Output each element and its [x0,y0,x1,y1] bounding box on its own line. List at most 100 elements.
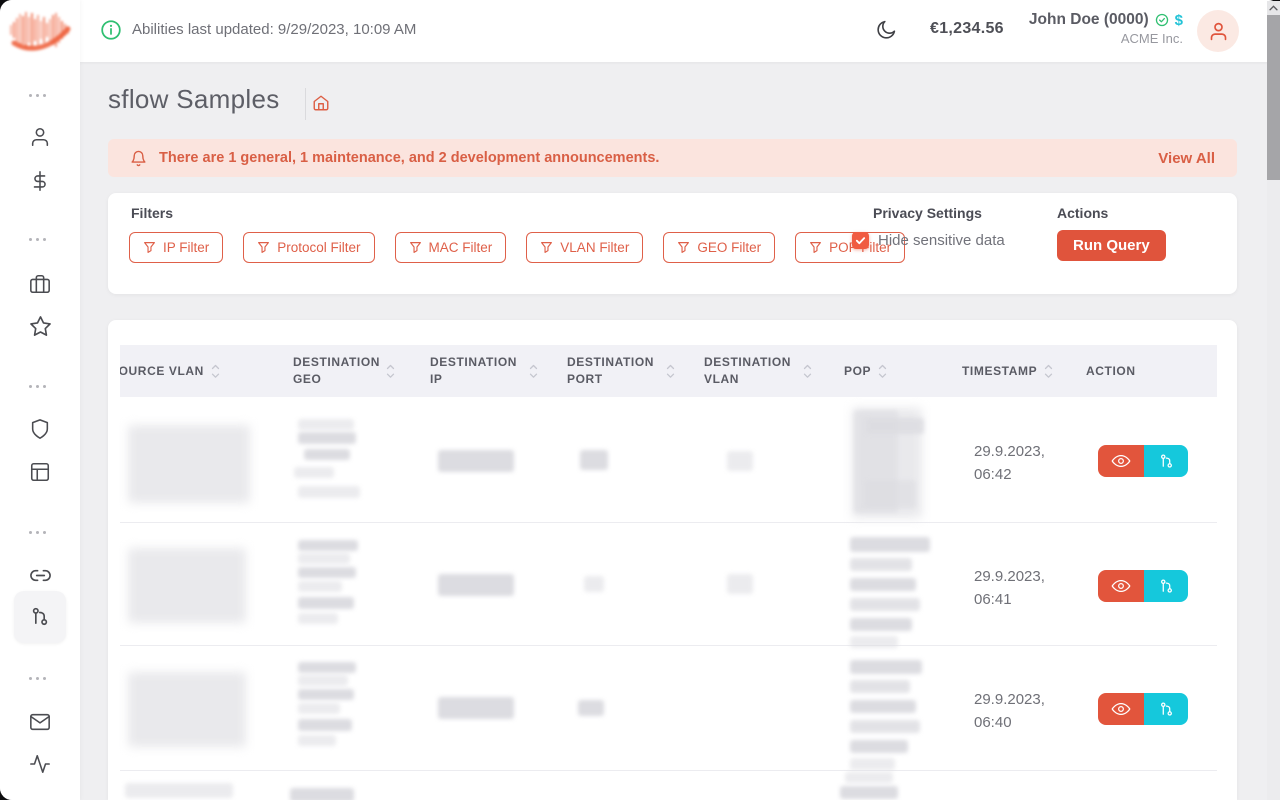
column-header-destination-ip[interactable]: DESTINATION IP [430,345,555,397]
scrollbar-thumb[interactable] [1267,15,1280,180]
column-header-destination-geo[interactable]: DESTINATION GEO [293,345,418,397]
sidebar-item-messages[interactable] [18,700,62,744]
sort-icon[interactable] [211,364,220,379]
column-header-pop[interactable]: POP [844,345,950,397]
briefcase-icon [29,273,51,295]
sort-icon[interactable] [386,364,395,379]
avatar[interactable] [1197,10,1239,52]
redacted-cell [584,576,604,592]
title-divider [305,88,306,120]
redacted-cell [850,558,912,571]
vlan-filter-button[interactable]: VLAN Filter [526,232,643,263]
check-icon [855,235,866,246]
sort-icon[interactable] [803,364,812,379]
redacted-cell [125,783,233,798]
view-all-link[interactable]: View All [1158,150,1215,167]
moon-icon [874,18,898,42]
user-menu[interactable]: John Doe (0000) $ ACME Inc. [1029,11,1183,46]
sidebar-item-users[interactable] [18,115,62,159]
route-icon [1158,578,1175,595]
redacted-cell [580,450,608,470]
redacted-cell [850,578,916,591]
redacted-cell [298,597,354,609]
column-header-source-vlan[interactable]: SOURCE VLAN [120,345,280,397]
protocol-filter-button[interactable]: Protocol Filter [243,232,374,263]
table-header-row: SOURCE VLANDESTINATION GEODESTINATION IP… [120,345,1217,397]
view-sample-button[interactable] [1098,570,1144,602]
timestamp-cell: 29.9.2023, 06:40 [974,688,1056,735]
star-icon [29,315,52,338]
run-query-button[interactable]: Run Query [1057,230,1166,261]
sidebar-item-services[interactable] [18,262,62,306]
redacted-cell [298,581,342,592]
sidebar-section-divider [29,385,46,388]
dark-mode-toggle[interactable] [874,18,900,44]
sidebar-item-sflow-samples[interactable] [14,591,66,643]
column-header-destination-port[interactable]: DESTINATION PORT [567,345,692,397]
user-icon [29,126,51,148]
redacted-cell [840,786,898,799]
sidebar-item-favorites[interactable] [18,304,62,348]
account-balance[interactable]: €1,234.56 [930,20,1004,38]
sidebar-item-billing[interactable] [18,159,62,203]
trace-route-button[interactable] [1144,445,1188,477]
trace-route-button[interactable] [1144,570,1188,602]
dollar-icon [29,170,51,192]
geo-filter-button[interactable]: GEO Filter [663,232,775,263]
sidebar-item-security[interactable] [18,407,62,451]
sflow-samples-table: SOURCE VLANDESTINATION GEODESTINATION IP… [108,320,1237,800]
redacted-cell [298,689,354,700]
filters-section-label: Filters [131,205,173,221]
page-scrollbar [1267,0,1280,800]
sidebar-item-dashboard[interactable] [18,450,62,494]
hide-sensitive-data-label: Hide sensitive data [878,232,1005,249]
redacted-cell [290,788,354,800]
redacted-cell [294,467,334,478]
eye-icon [1111,453,1131,469]
route-icon [1158,453,1175,470]
mail-icon [29,711,51,733]
redacted-cell [850,636,898,648]
redacted-cell [845,772,893,783]
column-header-timestamp[interactable]: TIMESTAMP [962,345,1074,397]
sort-icon[interactable] [1044,364,1053,379]
timestamp-cell: 29.9.2023, 06:41 [974,565,1056,612]
redacted-cell [438,697,514,719]
redacted-cell [298,703,340,714]
sidebar-section-divider [29,531,46,534]
page-title: sflow Samples [108,84,280,115]
view-sample-button[interactable] [1098,445,1144,477]
bell-icon [130,149,147,168]
ip-filter-button[interactable]: IP Filter [129,232,223,263]
sidebar-section-divider [29,677,46,680]
redacted-cell [298,419,354,430]
announcement-text: There are 1 general, 1 maintenance, and … [159,150,659,166]
redacted-cell [128,548,246,623]
redacted-cell [298,567,356,578]
sidebar-item-activity[interactable] [18,742,62,786]
redacted-cell [298,553,350,564]
sort-icon[interactable] [666,364,675,379]
activity-icon [29,753,51,775]
sort-icon[interactable] [878,364,887,379]
home-button[interactable] [312,94,330,117]
redacted-cell [298,486,360,498]
redacted-cell [128,425,250,503]
sidebar-section-divider [29,94,46,97]
column-header-destination-vlan[interactable]: DESTINATION VLAN [704,345,832,397]
home-icon [312,94,330,112]
sort-icon[interactable] [529,364,538,379]
sidebar-section-divider [29,238,46,241]
scrollbar-up-arrow[interactable] [1267,1,1280,15]
hide-sensitive-data-checkbox[interactable] [852,232,869,249]
company-name: ACME Inc. [1029,31,1183,46]
trace-route-button[interactable] [1144,693,1188,725]
eye-icon [1111,578,1131,594]
app-logo[interactable] [8,8,72,56]
mac-filter-button[interactable]: MAC Filter [395,232,507,263]
redacted-cell [438,450,514,472]
announcement-banner: There are 1 general, 1 maintenance, and … [108,139,1237,177]
redacted-cell [850,700,916,713]
row-divider [120,522,1217,523]
view-sample-button[interactable] [1098,693,1144,725]
